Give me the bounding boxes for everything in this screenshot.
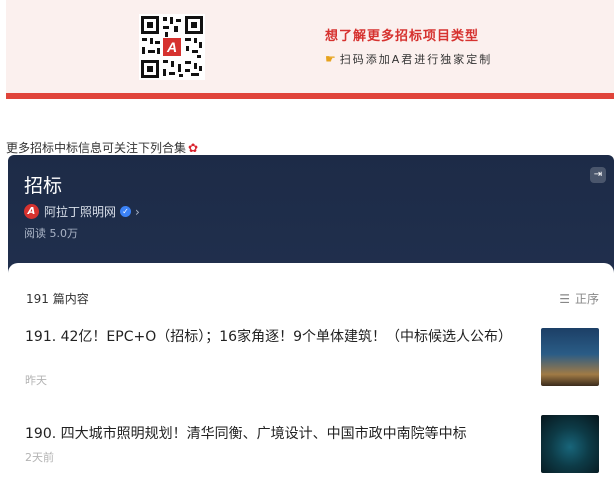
sort-toggle[interactable]: ☰ 正序 (559, 290, 599, 307)
collection-intro: 更多招标中标信息可关注下列合集 ✿ (6, 139, 198, 156)
article-thumbnail[interactable] (541, 328, 599, 386)
author-name[interactable]: 阿拉丁照明网 (44, 203, 116, 220)
svg-text:A: A (166, 39, 177, 55)
article-title[interactable]: 190. 四大城市照明规划！清华同衡、广境设计、中国市政中南院等中标 (25, 423, 533, 445)
pointing-hand-icon: ☛ (325, 52, 336, 66)
read-count: 阅读 5.0万 (24, 227, 78, 240)
sort-icon: ☰ (559, 291, 570, 306)
collection-intro-text: 更多招标中标信息可关注下列合集 (6, 141, 187, 155)
banner-accent-bar (6, 93, 614, 99)
article-time: 昨天 (25, 374, 47, 387)
author-row[interactable]: A 阿拉丁照明网 ✓ › (24, 203, 140, 220)
exit-icon[interactable]: ⇥ (590, 167, 606, 183)
promo-banner: A 想了解更多招标项目类型 ☛ 扫码添加A君进行独家定制 (6, 0, 614, 93)
article-title[interactable]: 191. 42亿！EPC+O（招标）；16家角逐！9个单体建筑！（中标候选人公布… (25, 326, 533, 348)
banner-subtitle-text: 扫码添加A君进行独家定制 (339, 53, 493, 66)
banner-title: 想了解更多招标项目类型 (325, 29, 480, 44)
article-count: 191 篇内容 (26, 292, 89, 306)
collection-card: 招标 ⇥ A 阿拉丁照明网 ✓ › 阅读 5.0万 191 篇内容 ☰ 正序 1… (8, 155, 614, 481)
rose-icon: ✿ (188, 140, 199, 155)
sort-label: 正序 (574, 292, 599, 306)
chevron-right-icon: › (135, 204, 140, 219)
qr-code: A (139, 14, 205, 80)
collection-title: 招标 (24, 175, 63, 197)
verified-icon: ✓ (120, 206, 132, 217)
banner-subtitle: ☛ 扫码添加A君进行独家定制 (325, 51, 492, 67)
article-thumbnail[interactable] (541, 415, 599, 473)
author-logo-icon: A (24, 204, 39, 219)
article-time: 2天前 (25, 451, 54, 464)
article-list: 191 篇内容 ☰ 正序 191. 42亿！EPC+O（招标）；16家角逐！9个… (8, 263, 614, 481)
